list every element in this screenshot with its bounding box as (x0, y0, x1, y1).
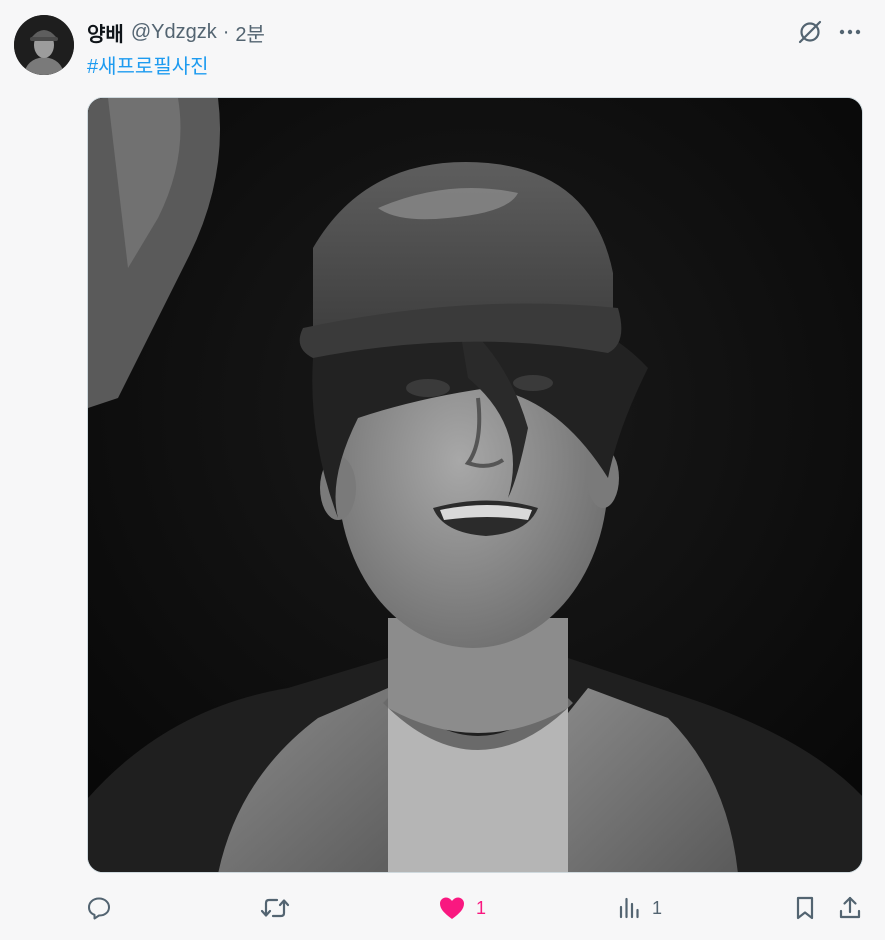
avatar-image (14, 15, 74, 75)
avatar[interactable] (14, 15, 74, 75)
grok-button[interactable] (794, 16, 826, 48)
share-icon (839, 896, 861, 919)
like-button[interactable]: 1 (438, 890, 486, 926)
post-image[interactable] (87, 97, 863, 873)
post-header: 양배 @Ydzgzk · 2분 (87, 18, 265, 46)
action-bar: 1 1 (0, 890, 885, 926)
repost-icon (260, 898, 290, 918)
like-count: 1 (476, 897, 487, 918)
post-timestamp[interactable]: 2분 (235, 18, 265, 47)
bookmark-icon (796, 896, 814, 920)
bookmark-button[interactable] (792, 890, 818, 926)
author-name[interactable]: 양배 (87, 18, 124, 47)
portrait-photo (88, 98, 862, 872)
views-icon (619, 897, 639, 919)
share-button[interactable] (837, 890, 863, 926)
grok-icon (798, 20, 822, 44)
more-options-button[interactable] (834, 16, 866, 48)
tweet: 양배 @Ydzgzk · 2분 #새프로필사진 1 1 (0, 0, 885, 940)
header-separator: · (222, 20, 230, 43)
views-button[interactable]: 1 (616, 890, 662, 926)
reply-button[interactable] (86, 890, 112, 926)
heart-filled-icon (440, 897, 464, 919)
reply-icon (88, 897, 110, 920)
more-dots-icon (839, 29, 861, 35)
hashtag-link[interactable]: #새프로필사진 (87, 50, 209, 79)
views-count: 1 (652, 897, 663, 918)
repost-button[interactable] (260, 890, 290, 926)
author-handle[interactable]: @Ydzgzk (131, 21, 217, 44)
